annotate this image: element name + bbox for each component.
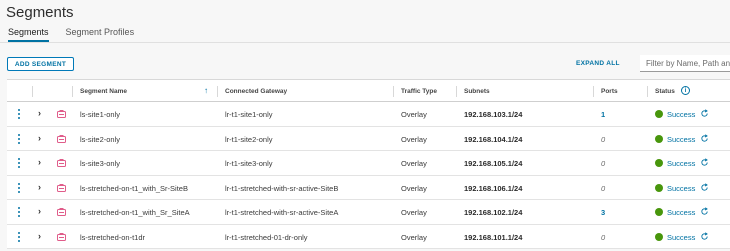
connected-gateway: lr-t1-site3-only: [225, 159, 273, 168]
kebab-menu-icon[interactable]: [18, 109, 21, 120]
refresh-icon[interactable]: [700, 231, 709, 241]
column-separator: [393, 86, 394, 97]
refresh-icon[interactable]: [700, 182, 709, 192]
connected-gateway: lr-t1-stretched-with-sr-active-SiteA: [225, 208, 339, 217]
status-success-icon: [655, 183, 663, 192]
table-row[interactable]: › ls-site1-only lr-t1-site1-only Overlay…: [7, 102, 730, 127]
table-row[interactable]: › ls-stretched-on-t1_with_Sr_SiteA lr-t1…: [7, 200, 730, 225]
chevron-right-icon[interactable]: ›: [38, 157, 41, 167]
table-row[interactable]: › ls-stretched-on-t1dr lr-t1-stretched-0…: [7, 224, 730, 249]
traffic-type: Overlay: [401, 110, 427, 119]
chevron-right-icon[interactable]: ›: [38, 231, 41, 241]
status-text: Success: [667, 159, 696, 168]
connected-gateway: lr-t1-stretched-01-dr-only: [225, 232, 308, 242]
ports-count: 0: [601, 159, 606, 168]
tabs-divider: [0, 42, 730, 43]
traffic-type: Overlay: [401, 134, 427, 144]
column-separator: [593, 86, 594, 97]
subnet: 192.168.101.1/24: [464, 232, 523, 242]
subnet: 192.168.106.1/24: [464, 183, 523, 193]
add-segment-button[interactable]: ADD SEGMENT: [7, 57, 74, 71]
expand-all-button[interactable]: EXPAND ALL: [576, 60, 620, 67]
column-header-traffic-type[interactable]: Traffic Type: [401, 88, 437, 95]
status-success-icon: [655, 134, 663, 143]
traffic-type: Overlay: [401, 183, 427, 193]
chevron-right-icon[interactable]: ›: [38, 108, 41, 118]
segment-icon: [57, 232, 66, 241]
ports-count[interactable]: 3: [601, 208, 605, 217]
tab-bar: Segments Segment Profiles: [8, 27, 151, 42]
status-text: Success: [667, 208, 696, 217]
segment-name: ls-stretched-on-t1dr: [80, 232, 146, 242]
column-separator: [647, 86, 648, 97]
segment-icon: [57, 134, 66, 143]
traffic-type: Overlay: [401, 232, 427, 242]
refresh-icon[interactable]: [700, 158, 709, 167]
segment-icon: [57, 110, 66, 118]
info-icon[interactable]: i: [681, 86, 690, 95]
status-text: Success: [667, 232, 696, 242]
table-header: Segment Name ↑ Connected Gateway Traffic…: [7, 80, 730, 102]
page-title: Segments: [6, 4, 74, 21]
status-success-icon: [655, 208, 663, 216]
kebab-menu-icon[interactable]: [18, 133, 21, 145]
segment-icon: [57, 159, 66, 167]
segment-name: ls-site1-only: [80, 110, 121, 119]
refresh-icon[interactable]: [700, 133, 709, 143]
column-header-subnets[interactable]: Subnets: [464, 88, 490, 95]
segment-icon: [57, 183, 66, 192]
table-row[interactable]: › ls-stretched-on-t1_with_Sr-SiteB lr-t1…: [7, 175, 730, 200]
column-header-ports[interactable]: Ports: [601, 88, 618, 95]
tab-segment-profiles[interactable]: Segment Profiles: [66, 27, 135, 42]
filter-input[interactable]: Filter by Name, Path and more: [640, 55, 730, 72]
refresh-icon[interactable]: [700, 207, 709, 216]
column-separator: [217, 86, 218, 97]
table-row[interactable]: › ls-site3-only lr-t1-site3-only Overlay…: [7, 151, 730, 176]
status-text: Success: [667, 110, 696, 119]
segment-name: ls-site2-only: [80, 134, 121, 144]
ports-count: 0: [601, 232, 606, 242]
subnet: 192.168.103.1/24: [464, 110, 523, 119]
filter-placeholder: Filter by Name, Path and more: [646, 59, 730, 68]
subnet: 192.168.105.1/24: [464, 159, 523, 168]
column-header-connected-gateway[interactable]: Connected Gateway: [225, 88, 287, 95]
segment-icon: [57, 208, 66, 216]
kebab-menu-icon[interactable]: [18, 231, 21, 243]
tab-segments[interactable]: Segments: [8, 27, 49, 42]
subnet: 192.168.104.1/24: [464, 134, 523, 144]
ports-count[interactable]: 1: [601, 110, 605, 119]
traffic-type: Overlay: [401, 159, 427, 168]
ports-count: 0: [601, 183, 606, 193]
table-row[interactable]: › ls-site2-only lr-t1-site2-only Overlay…: [7, 126, 730, 151]
refresh-icon[interactable]: [700, 109, 709, 118]
traffic-type: Overlay: [401, 208, 427, 217]
column-header-status[interactable]: Status: [655, 88, 675, 95]
chevron-right-icon[interactable]: ›: [38, 182, 41, 192]
segment-name: ls-site3-only: [80, 159, 121, 168]
ports-count: 0: [601, 134, 606, 144]
status-success-icon: [655, 110, 663, 118]
column-separator: [456, 86, 457, 97]
connected-gateway: lr-t1-site1-only: [225, 110, 273, 119]
segment-name: ls-stretched-on-t1_with_Sr_SiteA: [80, 208, 190, 217]
status-success-icon: [655, 159, 663, 167]
status-text: Success: [667, 183, 696, 193]
status-success-icon: [655, 232, 663, 241]
column-header-segment-name[interactable]: Segment Name: [80, 88, 127, 95]
sort-up-icon[interactable]: ↑: [204, 86, 208, 95]
segment-name: ls-stretched-on-t1_with_Sr-SiteB: [80, 183, 188, 193]
column-separator: [32, 86, 33, 97]
connected-gateway: lr-t1-site2-only: [225, 134, 273, 144]
connected-gateway: lr-t1-stretched-with-sr-active-SiteB: [225, 183, 339, 193]
subnet: 192.168.102.1/24: [464, 208, 523, 217]
chevron-right-icon[interactable]: ›: [38, 133, 41, 143]
segments-table: Segment Name ↑ Connected Gateway Traffic…: [7, 79, 730, 249]
column-separator: [72, 86, 73, 97]
kebab-menu-icon[interactable]: [18, 207, 21, 218]
kebab-menu-icon[interactable]: [18, 182, 21, 194]
kebab-menu-icon[interactable]: [18, 158, 21, 169]
chevron-right-icon[interactable]: ›: [38, 206, 41, 216]
status-text: Success: [667, 134, 696, 144]
